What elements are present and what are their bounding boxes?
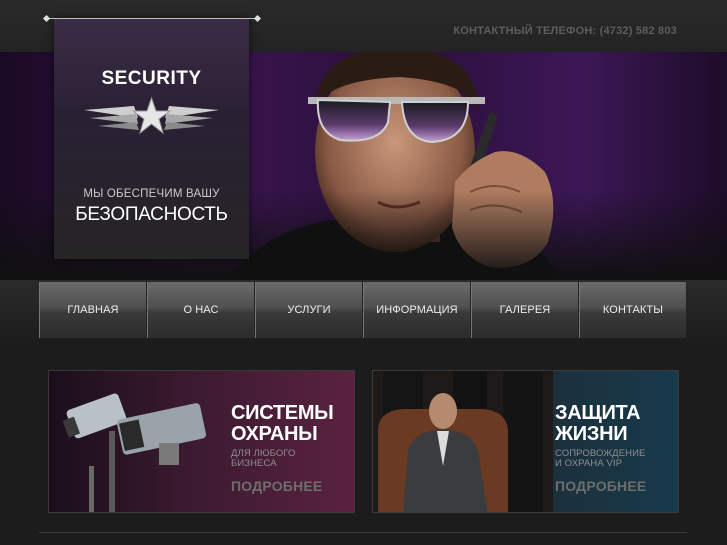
nav-item-services[interactable]: УСЛУГИ <box>255 282 363 338</box>
card-subtitle: ДЛЯ ЛЮБОГО БИЗНЕСА <box>231 448 296 469</box>
nav-label: КОНТАКТЫ <box>602 304 664 316</box>
cctv-camera-image <box>62 393 207 512</box>
vip-bodyguards-image <box>373 371 553 512</box>
tagline-line-2: БЕЗОПАСНОСТЬ <box>75 204 228 225</box>
nav-item-home[interactable]: ГЛАВНАЯ <box>39 282 147 338</box>
main-navigation: ГЛАВНАЯ О НАС УСЛУГИ ИНФОРМАЦИЯ ГАЛЕРЕЯ … <box>39 282 687 338</box>
tagline-line-1: МЫ ОБЕСПЕЧИМ ВАШУ <box>83 188 220 200</box>
read-more-link[interactable]: ПОДРОБНЕЕ <box>555 478 646 494</box>
logo-panel[interactable]: SECURITY МЫ ОБЕСПЕЧИМ ВАШУ БЕЗОПАСНОСТЬ <box>54 18 249 259</box>
life-protection-card[interactable]: ЗАЩИТА ЖИЗНИ СОПРОВОЖДЕНИЕ И ОХРАНА VIP … <box>372 370 679 513</box>
contact-phone: КОНТАКТНЫЙ ТЕЛЕФОН: (4732) 582 803 <box>453 25 677 37</box>
card-subtitle: СОПРОВОЖДЕНИЕ И ОХРАНА VIP <box>555 448 646 469</box>
nav-label: УСЛУГИ <box>287 304 331 316</box>
footer-divider <box>39 532 687 533</box>
read-more-link[interactable]: ПОДРОБНЕЕ <box>231 478 322 494</box>
nav-item-information[interactable]: ИНФОРМАЦИЯ <box>363 282 471 338</box>
card-title: ЗАЩИТА ЖИЗНИ <box>555 402 641 445</box>
nav-item-contacts[interactable]: КОНТАКТЫ <box>579 282 687 338</box>
nav-label: О НАС <box>183 304 219 316</box>
security-systems-card[interactable]: СИСТЕМЫ ОХРАНЫ ДЛЯ ЛЮБОГО БИЗНЕСА ПОДРОБ… <box>48 370 355 513</box>
logo-title: SECURITY <box>101 68 202 89</box>
nav-item-gallery[interactable]: ГАЛЕРЕЯ <box>471 282 579 338</box>
nav-item-about[interactable]: О НАС <box>147 282 255 338</box>
star-wings-badge-icon <box>84 96 219 135</box>
nav-label: ГАЛЕРЕЯ <box>499 304 551 316</box>
decorative-divider <box>46 18 258 19</box>
nav-label: ИНФОРМАЦИЯ <box>376 304 458 316</box>
card-title: СИСТЕМЫ ОХРАНЫ <box>231 402 334 445</box>
nav-label: ГЛАВНАЯ <box>67 304 119 316</box>
